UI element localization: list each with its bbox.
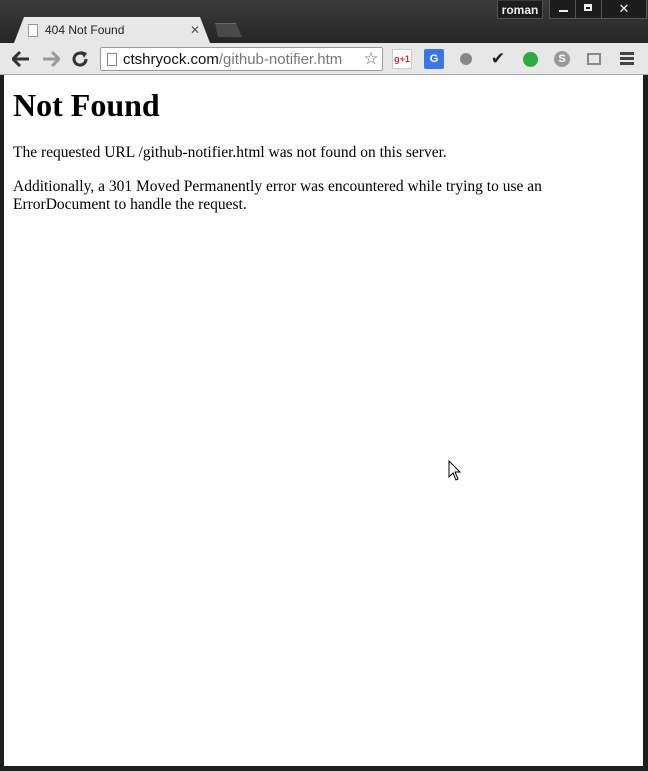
checker-extension-icon[interactable]: ✔ [488, 49, 508, 69]
browser-window: roman ✕ 404 Not Found ✕ ctshryock.com/gi… [0, 0, 648, 771]
profile-name: roman [501, 2, 539, 17]
google-plus-one-icon[interactable]: g+1 [392, 49, 412, 69]
mouse-cursor-icon [448, 460, 462, 481]
page-heading: Not Found [13, 87, 160, 123]
page-content: Not Found The requested URL /github-noti… [4, 75, 643, 766]
reload-button[interactable] [69, 48, 91, 70]
reload-icon [72, 51, 88, 67]
close-window-button[interactable]: ✕ [602, 0, 647, 19]
profile-button[interactable]: roman [497, 1, 543, 19]
tab-close-icon[interactable]: ✕ [188, 23, 202, 37]
url-host: ctshryock.com [123, 50, 219, 68]
back-arrow-icon [12, 51, 29, 67]
additional-error-message: Additionally, a 301 Moved Permanently er… [13, 178, 542, 213]
back-button[interactable] [10, 48, 32, 70]
forward-button[interactable] [40, 48, 62, 70]
error-message: The requested URL /github-notifier.html … [13, 144, 447, 161]
new-tab-button[interactable] [215, 23, 242, 37]
url-text[interactable]: ctshryock.com/github-notifier.htm [123, 51, 360, 68]
minimize-button[interactable] [549, 0, 576, 19]
minimize-icon [559, 10, 568, 12]
address-bar[interactable]: ctshryock.com/github-notifier.htm ☆ [100, 47, 383, 71]
tab-active[interactable]: 404 Not Found ✕ [14, 17, 210, 43]
url-path: /github-notifier.htm [218, 50, 343, 68]
maximize-icon [584, 4, 592, 11]
page-icon [28, 23, 38, 37]
maximize-button[interactable] [576, 0, 602, 19]
hangouts-icon[interactable] [520, 49, 540, 69]
forward-arrow-icon [43, 51, 60, 67]
close-icon: ✕ [618, 1, 630, 17]
skype-icon[interactable]: S [552, 49, 572, 69]
toolbar: ctshryock.com/github-notifier.htm ☆ g+1 … [0, 43, 648, 75]
google-translate-icon[interactable]: G [424, 49, 444, 69]
tab-title: 404 Not Found [45, 23, 125, 37]
window-caption-buttons: ✕ [549, 0, 647, 19]
bookmark-star-icon[interactable]: ☆ [360, 49, 382, 69]
page-icon [107, 52, 117, 66]
chrome-menu-icon[interactable] [620, 52, 634, 67]
copy-extension-icon[interactable] [584, 49, 604, 69]
extension-icon[interactable] [456, 49, 476, 69]
